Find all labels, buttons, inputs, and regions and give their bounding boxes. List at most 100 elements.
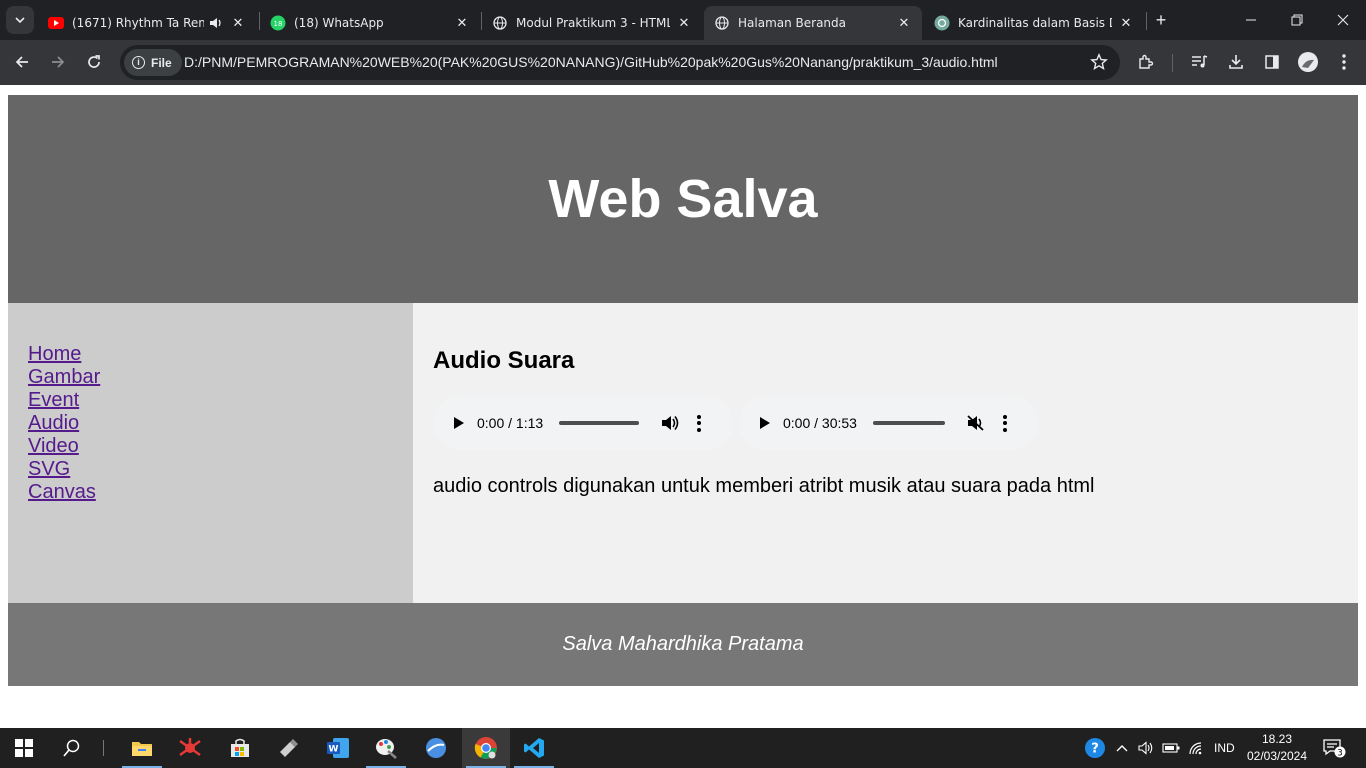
- close-icon[interactable]: ✕: [454, 15, 470, 31]
- footer-author: Salva Mahardhika Pratama: [562, 633, 804, 655]
- svg-text:?: ?: [1091, 742, 1099, 757]
- media-control-button[interactable]: [1186, 48, 1214, 76]
- tab-title: Modul Praktikum 3 - HTML5: [516, 16, 670, 30]
- puzzle-icon: [1139, 54, 1154, 69]
- volume-icon: [662, 416, 679, 430]
- tab-whatsapp[interactable]: 18 (18) WhatsApp ✕: [260, 6, 480, 40]
- globe-icon: [714, 15, 730, 31]
- usb-drive-icon: [280, 739, 298, 757]
- new-tab-button[interactable]: +: [1150, 8, 1172, 32]
- taskbar-app-vscode[interactable]: [510, 728, 558, 768]
- restore-button[interactable]: [1274, 6, 1320, 34]
- tab-youtube[interactable]: (1671) Rhythm Ta Remix ✕: [38, 6, 256, 40]
- close-window-button[interactable]: [1320, 6, 1366, 34]
- taskbar-app-file-explorer[interactable]: [118, 728, 166, 768]
- input-language-indicator[interactable]: IND: [1214, 728, 1235, 768]
- url-text[interactable]: D:/PNM/PEMROGRAMAN%20WEB%20(PAK%20GUS%20…: [184, 54, 998, 70]
- taskbar-app-red[interactable]: [166, 728, 214, 768]
- browser-menu-button[interactable]: [1330, 48, 1358, 76]
- profile-avatar[interactable]: [1294, 48, 1322, 76]
- chevron-up-icon: [1116, 745, 1128, 752]
- avatar-icon: [1298, 52, 1318, 72]
- arrow-right-icon: [52, 56, 65, 68]
- volume-muted-icon: [967, 415, 984, 431]
- sidebar-nav: Home Gambar Event Audio Video SVG Canvas: [8, 303, 413, 603]
- reload-button[interactable]: [80, 48, 108, 76]
- audio-time: 0:00 / 30:53: [783, 415, 857, 431]
- network-tray-icon[interactable]: [1188, 728, 1204, 768]
- forward-button[interactable]: [44, 48, 72, 76]
- more-options-button[interactable]: [691, 412, 707, 434]
- page-viewport: Web Salva Home Gambar Event Audio Video …: [0, 85, 1366, 728]
- nav-link-gambar[interactable]: Gambar: [28, 366, 393, 389]
- play-icon: [454, 417, 464, 429]
- play-icon: [760, 417, 770, 429]
- taskbar-app-browser[interactable]: [412, 728, 460, 768]
- word-icon: W: [327, 738, 349, 758]
- windows-taskbar: W ? IND 18.23 02/03/2024 3: [0, 728, 1366, 768]
- volume-tray-icon[interactable]: [1138, 728, 1154, 768]
- taskbar-app-usb[interactable]: [264, 728, 312, 768]
- play-button[interactable]: [755, 413, 775, 433]
- volume-button[interactable]: [659, 412, 681, 434]
- close-icon: [1337, 14, 1349, 26]
- minimize-icon: [1246, 19, 1256, 21]
- battery-tray-icon[interactable]: [1162, 728, 1180, 768]
- scheme-label: File: [151, 55, 172, 70]
- nav-link-home[interactable]: Home: [28, 343, 393, 366]
- tab-search-button[interactable]: [6, 6, 34, 34]
- seek-slider[interactable]: [559, 421, 640, 425]
- tab-halaman-beranda[interactable]: Halaman Beranda ✕: [704, 6, 922, 40]
- help-tray-icon[interactable]: ?: [1084, 728, 1106, 768]
- info-icon: i: [132, 56, 145, 69]
- nav-link-canvas[interactable]: Canvas: [28, 481, 393, 504]
- extensions-button[interactable]: [1132, 48, 1160, 76]
- taskbar-app-paint[interactable]: [362, 728, 410, 768]
- show-hidden-icons-button[interactable]: [1116, 728, 1128, 768]
- back-button[interactable]: [8, 48, 36, 76]
- notification-center-button[interactable]: 3: [1322, 728, 1346, 768]
- youtube-icon: [48, 15, 64, 31]
- seek-slider[interactable]: [872, 421, 945, 425]
- wifi-icon: [1189, 742, 1202, 755]
- vscode-icon: [524, 738, 544, 758]
- taskbar-app-word[interactable]: W: [314, 728, 362, 768]
- tab-kardinalitas[interactable]: Kardinalitas dalam Basis Data ✕: [924, 6, 1144, 40]
- kebab-menu-icon: [1342, 54, 1346, 70]
- nav-link-video[interactable]: Video: [28, 435, 393, 458]
- site-info-chip[interactable]: i File: [124, 49, 182, 76]
- reload-icon: [88, 55, 100, 68]
- taskbar-app-chrome[interactable]: [462, 728, 510, 768]
- speaker-icon[interactable]: [208, 15, 224, 31]
- close-icon[interactable]: ✕: [230, 15, 246, 31]
- nav-link-svg[interactable]: SVG: [28, 458, 393, 481]
- browser-toolbar: i File D:/PNM/PEMROGRAMAN%20WEB%20(PAK%2…: [0, 40, 1366, 85]
- close-icon[interactable]: ✕: [1118, 15, 1134, 31]
- close-icon[interactable]: ✕: [896, 15, 912, 31]
- speaker-icon: [1138, 741, 1153, 755]
- search-icon: [63, 739, 80, 757]
- side-panel-button[interactable]: [1258, 48, 1286, 76]
- tab-divider: [1146, 12, 1147, 30]
- globe-icon: [492, 15, 508, 31]
- downloads-button[interactable]: [1222, 48, 1250, 76]
- browser-tab-strip: (1671) Rhythm Ta Remix ✕ 18 (18) WhatsAp…: [0, 0, 1366, 40]
- volume-muted-button[interactable]: [965, 412, 987, 434]
- close-icon[interactable]: ✕: [676, 15, 692, 31]
- clock-time: 18.23: [1261, 732, 1293, 746]
- nav-link-audio[interactable]: Audio: [28, 412, 393, 435]
- tab-modul-praktikum[interactable]: Modul Praktikum 3 - HTML5 ✕: [482, 6, 702, 40]
- nav-link-event[interactable]: Event: [28, 389, 393, 412]
- taskbar-clock[interactable]: 18.23 02/03/2024: [1244, 731, 1310, 765]
- taskbar-app-store[interactable]: [216, 728, 264, 768]
- address-bar[interactable]: i File D:/PNM/PEMROGRAMAN%20WEB%20(PAK%2…: [120, 45, 1120, 80]
- tab-title: (18) WhatsApp: [294, 16, 384, 30]
- play-button[interactable]: [449, 413, 469, 433]
- audio-player-2: 0:00 / 30:53: [739, 396, 1039, 450]
- more-options-button[interactable]: [997, 412, 1013, 434]
- bookmark-star-icon[interactable]: [1090, 53, 1108, 71]
- minimize-button[interactable]: [1228, 6, 1274, 34]
- search-button[interactable]: [48, 728, 96, 768]
- paint-icon: [376, 739, 397, 759]
- start-button[interactable]: [0, 728, 48, 768]
